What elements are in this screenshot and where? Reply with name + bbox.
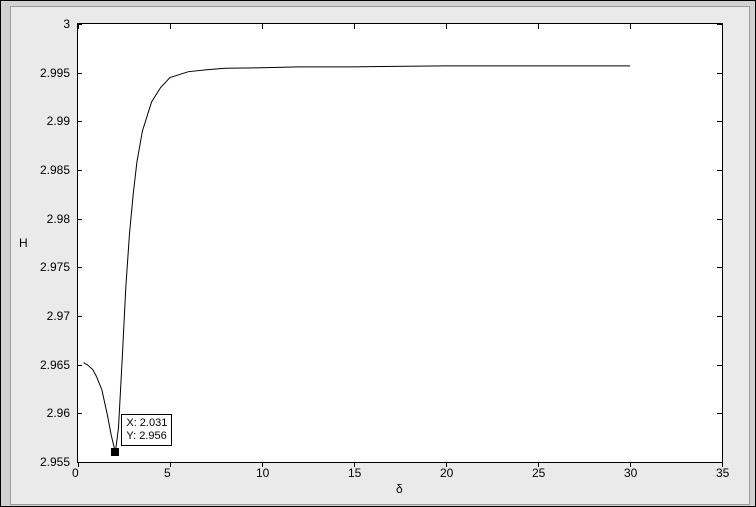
y-tick-label: 2.955: [40, 455, 70, 469]
line-series: [78, 24, 722, 462]
y-tick-label: 2.96: [47, 406, 70, 420]
y-tick: [77, 24, 82, 25]
y-tick-right: [717, 413, 722, 414]
x-tick-top: [446, 24, 447, 29]
x-tick-label: 30: [624, 466, 637, 480]
y-tick: [77, 316, 82, 317]
datatip-tooltip: X: 2.031 Y: 2.956: [121, 414, 172, 446]
y-tick-label: 2.98: [47, 212, 70, 226]
y-axis-label: H: [19, 236, 28, 250]
x-tick-label: 5: [164, 466, 171, 480]
x-tick-label: 10: [256, 466, 269, 480]
x-tick-top: [262, 24, 263, 29]
y-tick-right: [717, 462, 722, 463]
y-tick: [77, 267, 82, 268]
x-tick-label: 35: [716, 466, 729, 480]
y-tick-label: 2.97: [47, 309, 70, 323]
figure-window: X: 2.031 Y: 2.956 0 5 10 15 20 25 30 35 2.955 2.…: [0, 0, 756, 507]
y-tick-right: [717, 73, 722, 74]
x-tick-top: [354, 24, 355, 29]
y-tick: [77, 413, 82, 414]
y-tick-label: 2.995: [40, 66, 70, 80]
y-tick-label: 2.985: [40, 163, 70, 177]
y-tick-right: [717, 267, 722, 268]
datatip-y-text: Y: 2.956: [126, 430, 167, 443]
y-tick-label: 3: [63, 17, 70, 31]
datatip-x-text: X: 2.031: [126, 417, 167, 430]
y-tick: [77, 73, 82, 74]
x-axis-label: δ: [396, 482, 403, 496]
y-tick-right: [717, 219, 722, 220]
y-tick-right: [717, 170, 722, 171]
plot-axes[interactable]: X: 2.031 Y: 2.956: [77, 23, 723, 463]
x-tick-top: [630, 24, 631, 29]
y-tick-right: [717, 24, 722, 25]
y-tick-right: [717, 121, 722, 122]
y-tick-label: 2.975: [40, 260, 70, 274]
y-tick: [77, 365, 82, 366]
datatip-marker[interactable]: [111, 448, 119, 456]
y-tick: [77, 462, 82, 463]
y-tick-right: [717, 365, 722, 366]
y-tick-label: 2.99: [47, 114, 70, 128]
x-tick-top: [538, 24, 539, 29]
y-tick-right: [717, 316, 722, 317]
x-tick-top: [722, 24, 723, 29]
x-tick-label: 25: [532, 466, 545, 480]
y-tick-label: 2.965: [40, 358, 70, 372]
y-tick: [77, 170, 82, 171]
y-tick: [77, 121, 82, 122]
x-tick-label: 20: [440, 466, 453, 480]
x-tick-top: [170, 24, 171, 29]
x-tick-label: 15: [348, 466, 361, 480]
y-tick: [77, 219, 82, 220]
x-tick-label: 0: [72, 466, 79, 480]
